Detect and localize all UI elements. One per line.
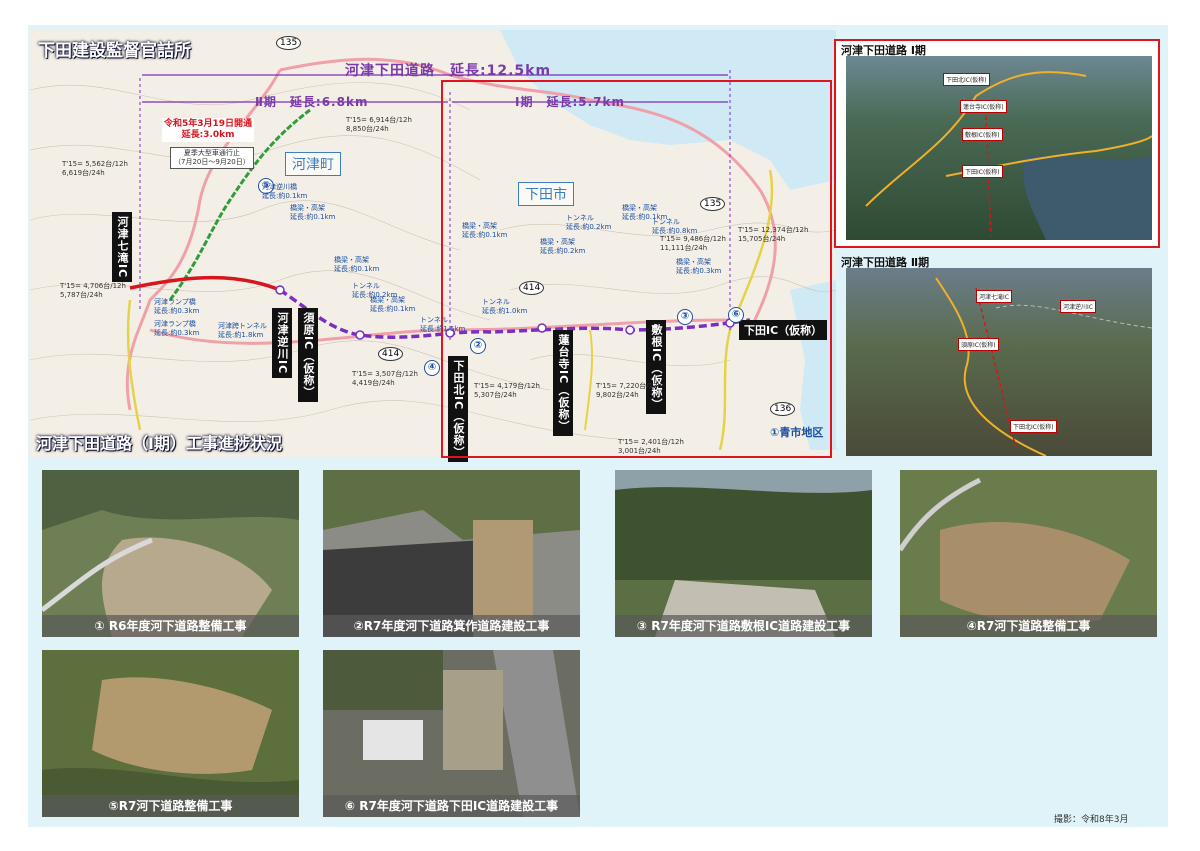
photo-4: ④R7河下道路整備工事 (900, 470, 1157, 637)
traffic-note: T'15= 6,914台/12h 8,850台/24h (346, 116, 412, 133)
photo-caption: ⑤R7河下道路整備工事 (42, 795, 299, 817)
aerial-phase1-point: 下田北IC(仮称) (943, 73, 990, 86)
office-title: 下田建設監督官詰所 (38, 41, 191, 61)
road-shield-414: 414 (378, 347, 404, 361)
aerial-phase1-point: 蓮台寺IC(仮称) (960, 100, 1007, 113)
photo-5: ⑤R7河下道路整備工事 (42, 650, 299, 817)
traffic-note: T'15= 3,507台/12h 4,419台/24h (352, 370, 418, 387)
aerial-phase1-point: 下田IC(仮称) (962, 165, 1003, 178)
structure-note: 橋梁・高架 延長:約0.1km (334, 256, 380, 273)
structure-note: 河津ランプ橋 延長:約0.3km (154, 320, 200, 337)
route-phase2-length: Ⅱ期 延長:6.8km (255, 95, 369, 109)
aerial-phase2-point: 須原IC(仮称) (958, 338, 999, 351)
aerial-phase1-point: 敷根IC(仮称) (962, 128, 1003, 141)
opened-note: 令和5年3月19日開通 延長:3.0km (162, 118, 255, 142)
photo-2: ②R7年度河下道路箕作道路建設工事 (323, 470, 580, 637)
photo-6: ⑥ R7年度河下道路下田IC道路建設工事 (323, 650, 580, 817)
photo-1: ① R6年度河下道路整備工事 (42, 470, 299, 637)
town-kawazu: 河津町 (285, 152, 341, 176)
structure-note: 河津逆川橋 延長:約0.1km (262, 183, 308, 200)
photo-caption: ① R6年度河下道路整備工事 (42, 615, 299, 637)
route-total-length: 河津下田道路 延長:12.5km (345, 63, 552, 79)
traffic-note: T'15= 4,706台/12h 5,787台/24h (60, 282, 126, 299)
structure-note: 河津ランプ橋 延長:約0.3km (154, 298, 200, 315)
road-shield-135: 135 (276, 36, 302, 50)
photo-caption: ③ R7年度河下道路敷根IC道路建設工事 (615, 615, 872, 637)
restriction-note: 夏季大型車通行止 （7月20日～9月20日） (170, 147, 254, 169)
structure-note: 橋梁・高架 延長:約0.1km (290, 204, 336, 221)
structure-note: 河津跨トンネル 延長:約1.8km (218, 322, 267, 339)
photo-caption: ②R7年度河下道路箕作道路建設工事 (323, 615, 580, 637)
traffic-note: T'15= 5,562台/12h 6,619台/24h (62, 160, 128, 177)
opened-length: 延長:3.0km (181, 130, 235, 140)
aerial-phase2-point: 河津逆川IC (1060, 300, 1096, 313)
ic-kawazu-nanadaru: 河津七滝IC (112, 212, 132, 283)
photo-credit: 撮影：令和8年3月 (1054, 815, 1129, 825)
photo-caption: ④R7河下道路整備工事 (900, 615, 1157, 637)
photo-caption: ⑥ R7年度河下道路下田IC道路建設工事 (323, 795, 580, 817)
ic-kawazu-sakasagawa: 河津逆川IC (272, 308, 292, 379)
aerial-phase1-image (846, 56, 1152, 240)
aerial-phase2-point: 下田北IC(仮称) (1010, 420, 1057, 433)
progress-title: 河津下田道路（Ⅰ期）工事進捗状況 (36, 434, 282, 453)
photo-3: ③ R7年度河下道路敷根IC道路建設工事 (615, 470, 872, 637)
phase1-frame (441, 80, 832, 458)
opened-date: 令和5年3月19日開通 (164, 119, 253, 129)
aerial-phase2-point: 河津七滝IC (976, 290, 1012, 303)
marker-4: ④ (424, 360, 440, 376)
structure-note: 橋梁・高架 延長:約0.1km (370, 296, 416, 313)
ic-suhara: 須原IC（仮称） (298, 308, 318, 403)
